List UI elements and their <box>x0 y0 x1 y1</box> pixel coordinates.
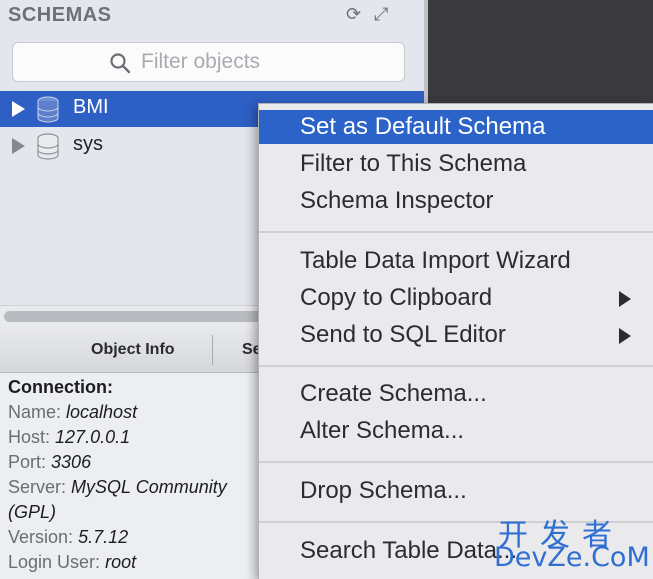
menu-item-schema-inspector[interactable]: Schema Inspector <box>259 184 653 218</box>
info-host: Host: 127.0.0.1 <box>8 427 131 447</box>
expand-icon[interactable]: ⤢ <box>374 4 388 25</box>
tab-divider <box>212 335 213 365</box>
schema-label: sys <box>73 133 103 155</box>
menu-item-copy-to-clipboard[interactable]: Copy to Clipboard <box>259 281 653 315</box>
submenu-arrow-icon <box>619 328 631 344</box>
expand-triangle-icon[interactable] <box>12 138 25 154</box>
info-tabs: Object Info Se <box>0 327 270 373</box>
schemas-title: SCHEMAS <box>8 4 112 26</box>
info-port: Port: 3306 <box>8 452 92 472</box>
menu-item-drop-schema[interactable]: Drop Schema... <box>259 474 653 508</box>
info-name: Name: localhost <box>8 402 138 422</box>
schema-label: BMI <box>73 96 109 118</box>
menu-item-alter-schema[interactable]: Alter Schema... <box>259 414 653 448</box>
object-info-body: Connection: Name: localhost Host: 127.0.… <box>0 373 270 579</box>
info-server: Server: MySQL Community <box>8 477 227 497</box>
menu-separator <box>259 461 653 463</box>
expand-triangle-icon[interactable] <box>12 101 25 117</box>
info-version: Version: 5.7.12 <box>8 527 129 547</box>
filter-input[interactable]: Filter objects <box>12 42 405 82</box>
watermark-en: DevZe.CoM <box>494 542 650 573</box>
connection-heading: Connection: <box>8 377 113 397</box>
menu-item-send-to-sql-editor[interactable]: Send to SQL Editor <box>259 318 653 352</box>
context-menu: Set as Default Schema Filter to This Sch… <box>258 103 653 579</box>
filter-placeholder: Filter objects <box>141 50 261 73</box>
menu-separator <box>259 231 653 233</box>
database-icon <box>37 133 59 160</box>
menu-separator <box>259 365 653 367</box>
watermark: 开发者 DevZe.CoM <box>494 510 650 576</box>
refresh-icon[interactable]: ⟳ <box>346 4 361 25</box>
database-icon <box>37 96 59 123</box>
schemas-header: SCHEMAS ⟳ ⤢ <box>0 0 424 34</box>
submenu-arrow-icon <box>619 291 631 307</box>
menu-item-table-data-import[interactable]: Table Data Import Wizard <box>259 244 653 278</box>
info-login-user: Login User: root <box>8 552 137 572</box>
menu-item-filter-to-schema[interactable]: Filter to This Schema <box>259 147 653 181</box>
info-server-license: (GPL) <box>8 502 57 522</box>
menu-item-set-default-schema[interactable]: Set as Default Schema <box>259 110 653 144</box>
menu-item-create-schema[interactable]: Create Schema... <box>259 377 653 411</box>
search-icon <box>110 53 131 74</box>
tab-object-info[interactable]: Object Info <box>91 341 175 359</box>
